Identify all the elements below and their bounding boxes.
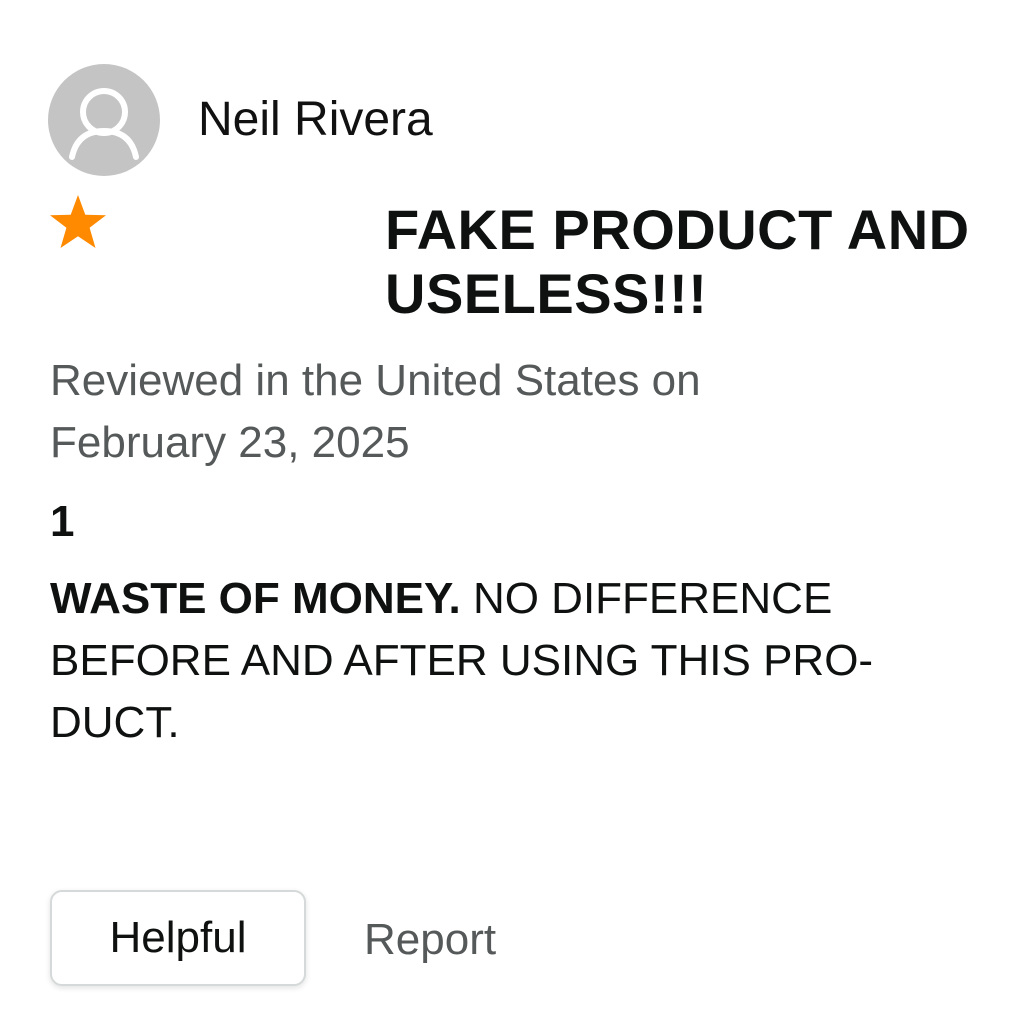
user-silhouette-icon xyxy=(69,88,139,160)
review-date: Reviewed in the United States on Februar… xyxy=(50,350,950,474)
review-body-line: WASTE OF MONEY. NO DIFFERENCE xyxy=(50,568,930,630)
review-meta-line: February 23, 2025 xyxy=(50,418,410,467)
star-icon xyxy=(50,195,106,248)
reviewer-name[interactable]: Neil Rivera xyxy=(198,92,433,148)
review-body-lead: WASTE OF MONEY. xyxy=(50,574,461,623)
rating-count: 1 xyxy=(50,497,75,546)
report-link[interactable]: Report xyxy=(364,912,496,968)
review-body: WASTE OF MONEY. NO DIFFERENCE BEFORE AND… xyxy=(50,568,930,754)
helpful-button[interactable]: Helpful xyxy=(50,890,306,986)
review-meta-line: Reviewed in the United States on xyxy=(50,356,701,405)
review-body-text: NO DIFFERENCE xyxy=(472,574,833,623)
review-body-line: DUCT. xyxy=(50,698,180,747)
review-body-line: BEFORE AND AFTER USING THIS PRO- xyxy=(50,636,874,685)
review-title-line: FAKE PRODUCT AND xyxy=(385,198,970,261)
reviewer-avatar xyxy=(48,64,160,176)
review-title-line: USELESS!!! xyxy=(385,262,708,325)
review-card: Neil Rivera FAKE PRODUCT AND USELESS!!! … xyxy=(0,0,1024,1024)
review-title[interactable]: FAKE PRODUCT AND USELESS!!! xyxy=(385,198,985,326)
